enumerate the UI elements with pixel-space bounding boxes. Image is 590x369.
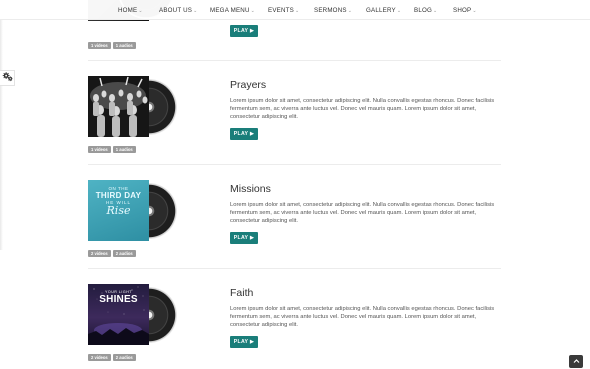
play-button[interactable]: PLAY ▶ xyxy=(230,128,258,140)
sermon-list: PLAY ▶ 1 videos 1 audios Prayers Lorem i… xyxy=(88,0,501,369)
sermon-cover-image[interactable]: YOUR LIGHT SHINES xyxy=(88,284,149,345)
media-count-badges: 2 videos 2 audios xyxy=(88,354,136,361)
sermon-item: Prayers Lorem ipsum dolor sit amet, cons… xyxy=(88,60,501,164)
play-button[interactable]: PLAY ▶ xyxy=(230,336,258,348)
nav-item-label: BLOG xyxy=(414,7,432,14)
cover-text: SHINES xyxy=(99,294,138,305)
media-count-badges: 1 videos 1 audios xyxy=(88,146,136,153)
sermon-title[interactable]: Missions xyxy=(230,183,271,195)
sermon-item: YOUR LIGHT SHINES Faith Lorem ipsum dolo… xyxy=(88,268,501,369)
nav-item-label: HOME xyxy=(118,7,138,14)
sermon-item: ON THE THIRD DAY HE WILL Rise Missions L… xyxy=(88,164,501,268)
divider xyxy=(88,164,501,165)
settings-panel-toggle[interactable] xyxy=(0,70,15,86)
sermon-cover-image[interactable]: ON THE THIRD DAY HE WILL Rise xyxy=(88,180,149,241)
nav-item-events[interactable]: EVENTS⌄ xyxy=(268,7,299,14)
video-count-badge[interactable]: 1 videos xyxy=(88,42,111,49)
nav-item-mega-menu[interactable]: MEGA MENU⌄ xyxy=(210,7,255,14)
audio-count-badge[interactable]: 1 audios xyxy=(112,42,136,49)
chevron-down-icon: ⌄ xyxy=(193,8,198,14)
chevron-down-icon: ⌄ xyxy=(347,8,353,14)
nav-item-label: SERMONS xyxy=(314,7,347,14)
gears-icon xyxy=(2,69,13,87)
chevron-down-icon: ⌄ xyxy=(396,8,402,14)
nav-item-label: EVENTS xyxy=(268,7,294,14)
chevron-down-icon: ⌄ xyxy=(433,8,438,14)
divider xyxy=(88,60,501,61)
nav-item-label: SHOP xyxy=(453,7,472,14)
cover-text: Rise xyxy=(106,204,131,217)
nav-item-label: MEGA MENU xyxy=(210,7,250,14)
play-button[interactable]: PLAY ▶ xyxy=(230,232,258,244)
scroll-to-top-button[interactable] xyxy=(569,355,583,368)
sermon-cover-image[interactable] xyxy=(88,76,149,137)
nav-item-shop[interactable]: SHOP⌄ xyxy=(453,7,477,14)
video-count-badge[interactable]: 2 videos xyxy=(88,354,111,361)
top-navigation: HOME⌄ ABOUT US⌄ MEGA MENU⌄ EVENTS⌄ SERMO… xyxy=(0,0,590,20)
chevron-up-icon xyxy=(573,358,580,366)
audio-count-badge[interactable]: 2 audios xyxy=(112,354,136,361)
audio-count-badge[interactable]: 2 audios xyxy=(112,250,136,257)
nav-item-label: GALLERY xyxy=(366,7,396,14)
left-shadow xyxy=(0,20,3,250)
chevron-down-icon: ⌄ xyxy=(138,8,143,14)
media-count-badges: 2 videos 2 audios xyxy=(88,250,136,257)
nav-item-about-us[interactable]: ABOUT US⌄ xyxy=(159,7,198,14)
video-count-badge[interactable]: 2 videos xyxy=(88,250,111,257)
nav-item-home[interactable]: HOME⌄ xyxy=(118,7,143,14)
sermon-title[interactable]: Prayers xyxy=(230,79,266,91)
nav-item-label: ABOUT US xyxy=(159,7,193,14)
nav-item-sermons[interactable]: SERMONS⌄ xyxy=(314,7,352,14)
sermon-title[interactable]: Faith xyxy=(230,287,253,299)
audio-count-badge[interactable]: 1 audios xyxy=(112,146,136,153)
chevron-down-icon: ⌄ xyxy=(294,8,300,14)
chevron-down-icon: ⌄ xyxy=(250,8,256,14)
chevron-down-icon: ⌄ xyxy=(472,8,477,14)
cover-text: THIRD DAY xyxy=(95,191,142,200)
sermon-description: Lorem ipsum dolor sit amet, consectetur … xyxy=(230,306,495,329)
sermon-description: Lorem ipsum dolor sit amet, consectetur … xyxy=(230,202,495,225)
nav-item-blog[interactable]: BLOG⌄ xyxy=(414,7,437,14)
nav-item-gallery[interactable]: GALLERY⌄ xyxy=(366,7,401,14)
media-count-badges: 1 videos 1 audios xyxy=(88,42,136,49)
sermon-description: Lorem ipsum dolor sit amet, consectetur … xyxy=(230,98,495,121)
play-button[interactable]: PLAY ▶ xyxy=(230,25,258,37)
divider xyxy=(88,268,501,269)
video-count-badge[interactable]: 1 videos xyxy=(88,146,111,153)
